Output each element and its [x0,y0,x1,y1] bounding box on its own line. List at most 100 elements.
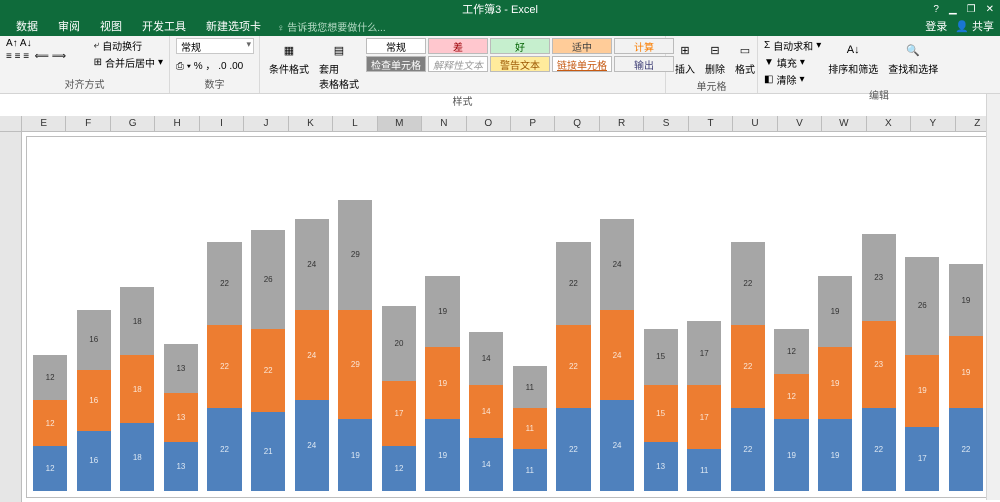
bar-seg: 16 [77,310,111,370]
col-header-P[interactable]: P [511,116,555,131]
bar-seg: 19 [818,347,852,419]
bar-seg: 21 [251,412,285,491]
cell-style-explain[interactable]: 解释性文本 [428,56,488,72]
bar-seg: 11 [513,408,547,450]
format-button[interactable]: ▭格式 [732,38,758,78]
col-header-U[interactable]: U [733,116,777,131]
tell-me[interactable]: ♀ 告诉我您想要做什么... [277,19,386,36]
clear-button[interactable]: ◧ 清除 ▾ [764,72,821,87]
cell-style-calc[interactable]: 计算 [614,38,674,54]
login-link[interactable]: 登录 [925,18,947,34]
bar-seg: 12 [33,400,67,445]
col-header-G[interactable]: G [111,116,155,131]
col-header-X[interactable]: X [867,116,911,131]
tab-data[interactable]: 数据 [6,16,48,36]
col-header-H[interactable]: H [155,116,199,131]
cell-style-good[interactable]: 好 [490,38,550,54]
col-header-K[interactable]: K [289,116,333,131]
col-header-N[interactable]: N [422,116,466,131]
column-headers: EFGHIJKLMNOPQRSTUVWXYZ [0,116,1000,132]
bar-seg: 22 [556,242,590,325]
delete-button[interactable]: ⊟删除 [702,38,728,78]
bar-seg: 22 [251,329,285,412]
maximize-icon[interactable]: ❐ [967,4,976,15]
bar-F: 161616 [77,310,111,491]
bar-seg: 17 [687,321,721,385]
col-header-J[interactable]: J [244,116,288,131]
col-header-Q[interactable]: Q [555,116,599,131]
col-header-O[interactable]: O [467,116,511,131]
bar-seg: 22 [556,408,590,491]
table-format-button[interactable]: ▤ 套用 表格格式 [316,38,362,93]
vertical-scrollbar[interactable] [986,94,1000,500]
col-header-I[interactable]: I [200,116,244,131]
cell-style-check[interactable]: 检查单元格 [366,56,426,72]
format-icon: ▭ [735,40,755,60]
number-format-combo[interactable]: 常规 [176,38,254,54]
col-header-L[interactable]: L [333,116,377,131]
cell-style-warn[interactable]: 警告文本 [490,56,550,72]
bar-O: 141414 [469,332,503,491]
bar-seg: 19 [818,276,852,348]
col-header-W[interactable]: W [822,116,866,131]
autosum-button[interactable]: Σ 自动求和 ▾ [764,38,821,53]
bar-seg: 19 [425,347,459,419]
sort-filter-button[interactable]: A↓排序和筛选 [825,38,881,78]
cell-style-moderate[interactable]: 适中 [552,38,612,54]
bar-P: 111111 [513,366,547,491]
col-header-M[interactable]: M [378,116,422,131]
font-size-up-button[interactable]: A↑ A↓ [6,38,66,49]
tab-view[interactable]: 视图 [90,16,132,36]
cell-style-output[interactable]: 输出 [614,56,674,72]
col-header-R[interactable]: R [600,116,644,131]
col-header-Y[interactable]: Y [911,116,955,131]
bar-H: 131313 [164,344,198,491]
col-header-V[interactable]: V [778,116,822,131]
chart[interactable]: 1212121616161818181313132222222122262424… [26,136,990,498]
row-gutter [0,132,22,502]
bar-seg: 22 [731,408,765,491]
bar-X: 222323 [862,234,896,491]
table-format-icon: ▤ [329,40,349,60]
bar-seg: 18 [120,423,154,491]
cell-style-link[interactable]: 链接单元格 [552,56,612,72]
bar-seg: 12 [33,446,67,491]
ribbon: A↑ A↓ ≡ ≡ ≡ ⟸ ⟹ ⤶ 自动换行 ⊞ 合并后居中 ▾ 对齐方式 常规… [0,36,1000,94]
bar-seg: 12 [774,329,808,374]
bar-seg: 16 [77,370,111,430]
bar-seg: 13 [164,393,198,442]
col-header-E[interactable]: E [22,116,66,131]
find-select-button[interactable]: 🔍查找和选择 [885,38,941,78]
insert-button[interactable]: ⊞插入 [672,38,698,78]
tab-review[interactable]: 审阅 [48,16,90,36]
wrap-text-button[interactable]: ⤶ 自动换行 [94,38,163,53]
minimize-icon[interactable]: ▁ [949,4,957,15]
bar-K: 242424 [295,219,329,491]
conditional-format-button[interactable]: ▦ 条件格式 [266,38,312,78]
bar-seg: 18 [120,355,154,423]
bar-seg: 19 [425,419,459,491]
merge-center-button[interactable]: ⊞ 合并后居中 ▾ [94,55,163,70]
col-header-S[interactable]: S [644,116,688,131]
col-header-F[interactable]: F [66,116,110,131]
bar-seg: 20 [382,306,416,382]
number-format-buttons[interactable]: ⎙ ▾ % ， .0 .00 [176,57,243,72]
group-label-styles: 样式 [266,93,659,110]
bar-seg: 13 [644,442,678,491]
bar-R: 242424 [600,219,634,491]
fill-button[interactable]: ▼ 填充 ▾ [764,55,821,70]
cell-style-normal[interactable]: 常规 [366,38,426,54]
bar-seg: 24 [295,400,329,491]
align-buttons[interactable]: ≡ ≡ ≡ ⟸ ⟹ [6,51,66,62]
bar-seg: 19 [425,276,459,348]
tab-new[interactable]: 新建选项卡 [196,16,271,36]
help-icon[interactable]: ? [933,4,939,15]
col-header-T[interactable]: T [689,116,733,131]
bar-seg: 24 [600,400,634,491]
close-icon[interactable]: ✕ [986,4,994,15]
tab-developer[interactable]: 开发工具 [132,16,196,36]
window-title: 工作簿3 - Excel [462,1,538,17]
cell-style-bad[interactable]: 差 [428,38,488,54]
insert-icon: ⊞ [675,40,695,60]
share-button[interactable]: 👤 共享 [955,18,994,34]
